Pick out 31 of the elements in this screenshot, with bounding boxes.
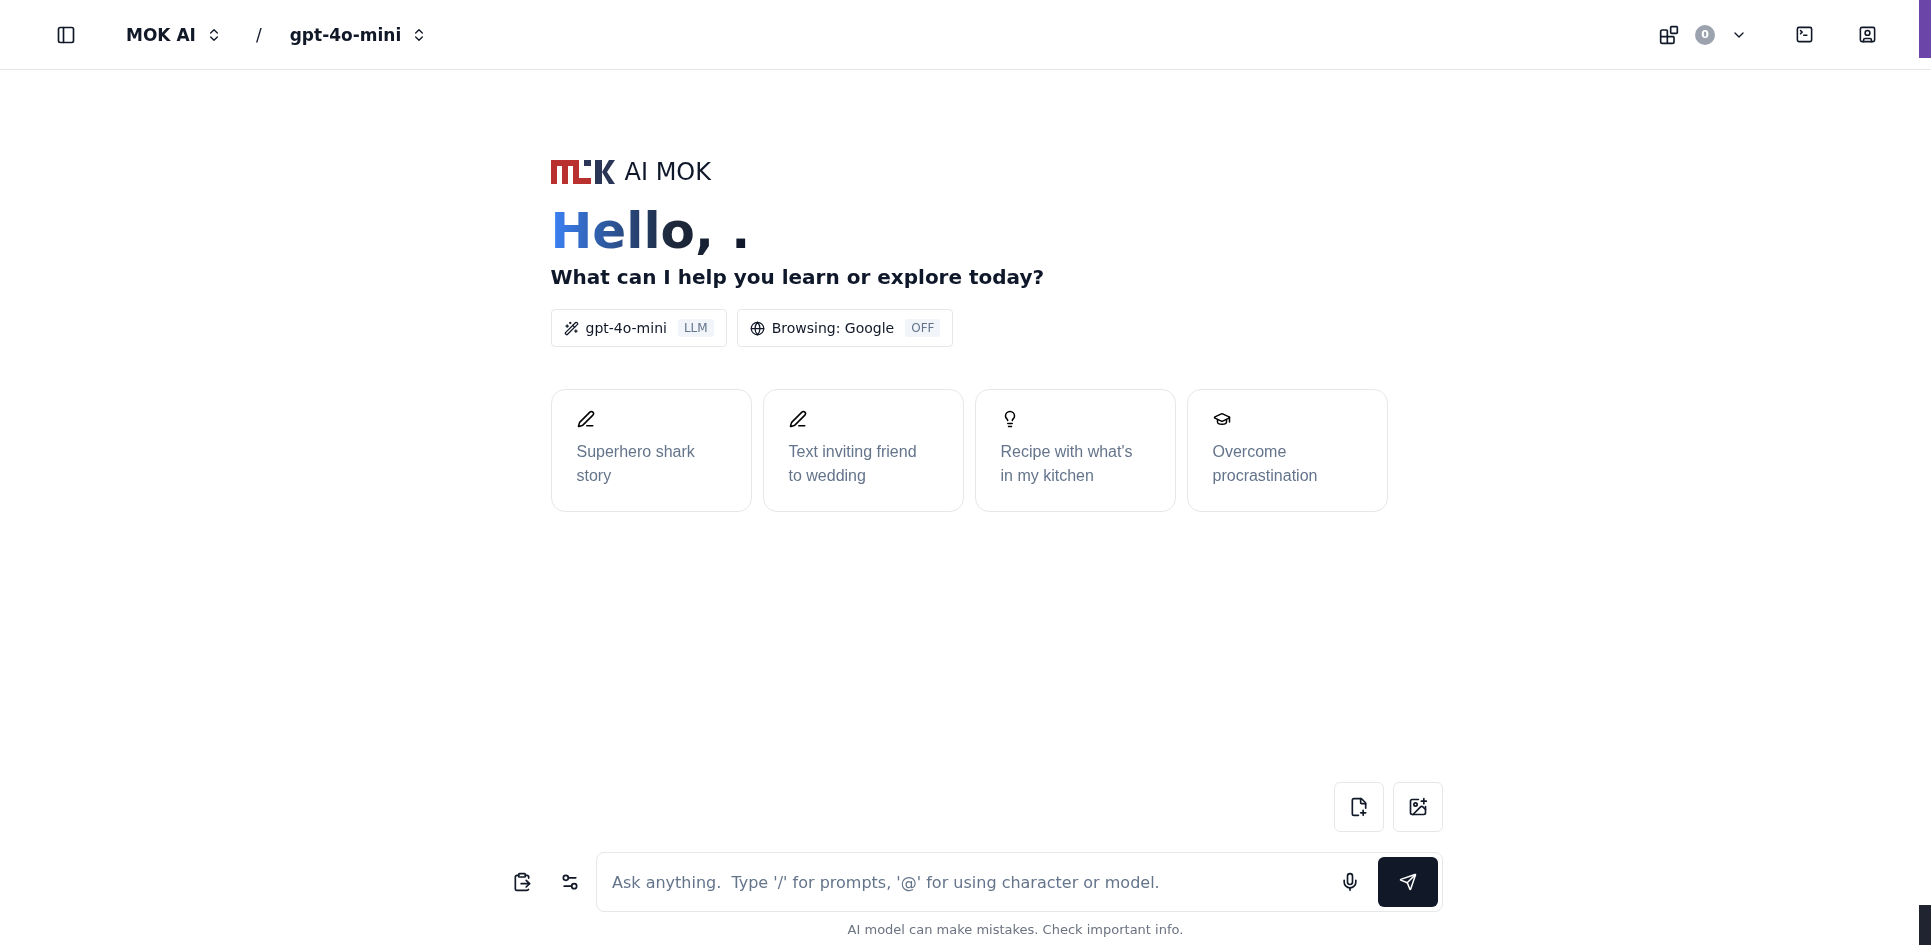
- logo-icon: [550, 158, 615, 186]
- sparkle-wand-icon: [563, 320, 579, 336]
- suggestion-card[interactable]: Overcome procrastination: [1186, 389, 1388, 512]
- corner-block: [1919, 905, 1931, 945]
- graduation-cap-icon: [1212, 410, 1231, 428]
- option-chip[interactable]: gpt-4o-mini LLM: [550, 309, 727, 347]
- greeting-subtitle: What can I help you learn or explore today?: [550, 265, 1045, 289]
- brand-name: AI MOK: [624, 158, 711, 186]
- globe-icon: [749, 320, 765, 336]
- microphone-icon: [1340, 872, 1360, 892]
- breadcrumb-separator: /: [255, 24, 262, 45]
- model-selector[interactable]: gpt-4o-mini: [289, 24, 428, 45]
- clipboard-icon: [512, 872, 532, 892]
- file-plus-icon: [1349, 797, 1369, 817]
- image-plus-icon: [1408, 797, 1428, 817]
- workspace-selector[interactable]: MOK AI: [126, 24, 222, 45]
- disclaimer-text: AI model can make mistakes. Check important info.: [847, 922, 1184, 937]
- count-badge: 0: [1695, 24, 1715, 45]
- sliders-icon: [560, 872, 580, 892]
- side-strip: [1919, 0, 1931, 58]
- suggestion-card[interactable]: Superhero shark story: [550, 389, 752, 512]
- add-image-button[interactable]: [1393, 782, 1443, 832]
- message-input-field[interactable]: Ask anything. Type '/' for prompts, '@' for using character or model.: [596, 852, 1443, 912]
- add-file-button[interactable]: [1334, 782, 1384, 832]
- send-button[interactable]: [1378, 857, 1438, 907]
- pen-icon: [576, 410, 595, 428]
- suggestion-card[interactable]: Recipe with what's in my kitchen: [974, 389, 1176, 512]
- suggestion-card[interactable]: Text inviting friend to wedding: [762, 389, 964, 512]
- send-icon: [1399, 873, 1417, 891]
- pen-icon: [788, 410, 807, 428]
- option-chip[interactable]: Browsing: Google OFF: [736, 309, 954, 347]
